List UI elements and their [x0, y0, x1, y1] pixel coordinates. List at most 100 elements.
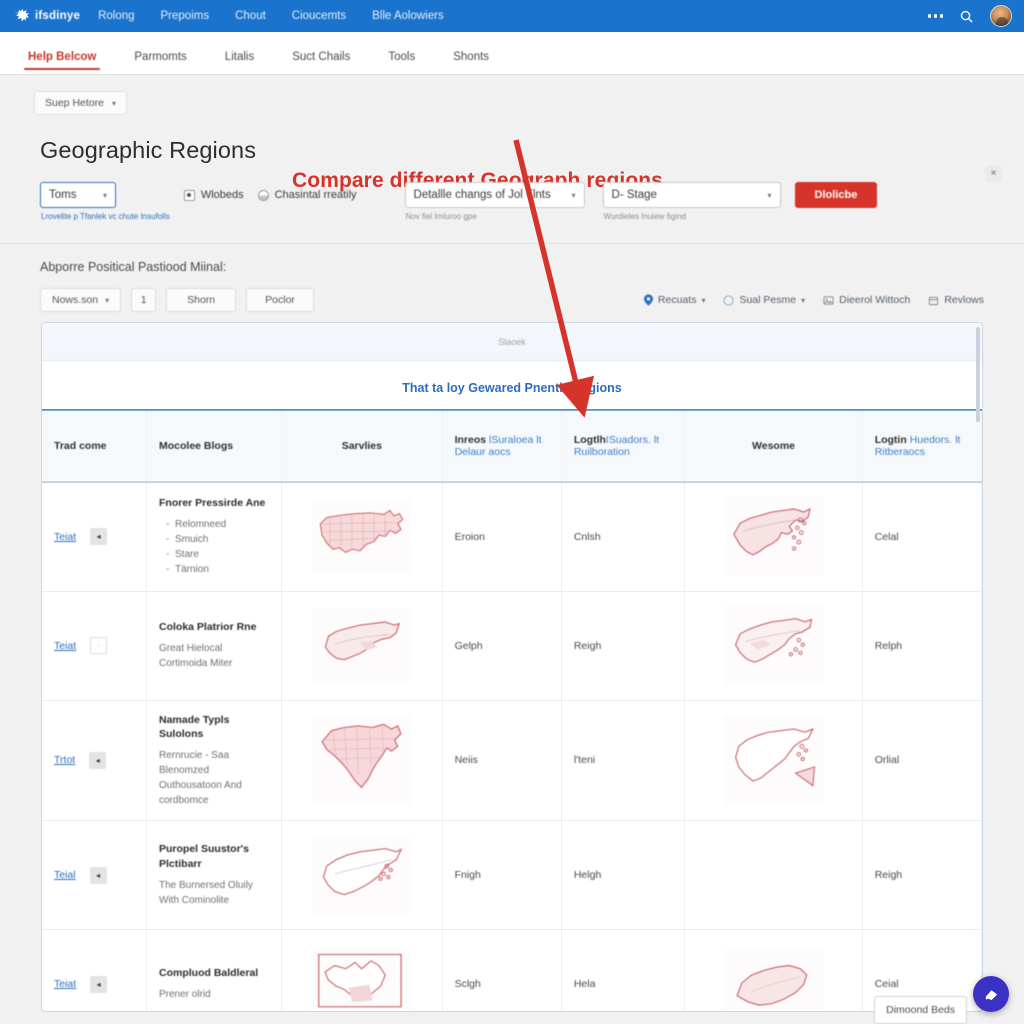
- app-logo-icon: [12, 8, 29, 25]
- row-1-toggle-button[interactable]: ·: [90, 637, 108, 654]
- row-0-sub-0: Relomneed: [166, 517, 269, 532]
- row-1-link[interactable]: Teiat: [54, 640, 76, 652]
- shorn-button[interactable]: Shorn: [166, 288, 237, 312]
- card-scrollbar[interactable]: [975, 324, 981, 1011]
- filter-hint-1[interactable]: Lrovelite p Tfanlek vc chute Insufolls: [40, 212, 170, 221]
- map-region-d-icon: [312, 715, 412, 805]
- col-head-5[interactable]: Wesome: [684, 409, 863, 483]
- col-head-6-label: Logtin: [874, 434, 907, 446]
- regions-table: Trad come Mocolee Blogs Sarvlies Inreos …: [42, 409, 982, 1011]
- tab-suct-chails[interactable]: Suct Chails: [292, 51, 350, 74]
- col-head-4-label: Logtlh: [573, 434, 606, 446]
- row-1-map-1-cell: [281, 591, 443, 701]
- tab-parmomts[interactable]: Parmomts: [134, 51, 186, 74]
- row-0-sub-2: Stare: [166, 547, 269, 562]
- col-head-2[interactable]: Sarvlies: [281, 409, 443, 483]
- tab-shonts[interactable]: Shonts: [453, 51, 489, 74]
- col-head-0[interactable]: Trad come: [42, 409, 147, 483]
- dieerol-wittoch-link[interactable]: Dieerol Wittoch: [823, 294, 910, 306]
- tab-tools[interactable]: Tools: [388, 51, 415, 74]
- row-0-sub: Relomneed Smuich Stare Tärnion: [159, 517, 269, 577]
- row-3-title: Puropel Suustor's Plctibarr: [159, 843, 250, 871]
- row-1-sub: Great Hielocal Cortimoida Miter: [159, 642, 233, 669]
- row-0-link[interactable]: Teiat: [54, 531, 76, 543]
- table-row[interactable]: Teiat ◂ Compluod Baldleral Prener olrid: [42, 929, 982, 1011]
- row-4-link[interactable]: Teiat: [54, 978, 76, 990]
- top-nav-item-0[interactable]: Rolong: [98, 10, 134, 22]
- table-row[interactable]: Teiat · Coloka Platrior Rne Great Hieloc…: [42, 591, 982, 701]
- map-pin-icon: [643, 294, 653, 306]
- detail-changes-select[interactable]: Detallle changs of Jol Tlnts ▾: [404, 182, 585, 208]
- map-region-g-icon: [312, 948, 412, 1011]
- revlows-link[interactable]: Revlows: [928, 294, 984, 306]
- row-1-map-2-cell: [684, 591, 863, 701]
- top-bar-actions: [927, 5, 1012, 27]
- wlobeds-checkbox[interactable]: Wlobeds: [183, 182, 244, 208]
- chasintal-radio[interactable]: Chasintal rreatily: [257, 182, 357, 208]
- row-3-link[interactable]: Teial: [54, 869, 76, 881]
- top-nav-item-4[interactable]: Blle Aolowiers: [372, 10, 444, 22]
- col-head-4[interactable]: LogtlhISuadors. lt Ruilboration: [561, 409, 686, 483]
- row-3-col-g: Reigh: [862, 820, 982, 931]
- col-head-1[interactable]: Mocolee Blogs: [146, 409, 283, 483]
- row-2-map-1-cell: [281, 700, 443, 822]
- breadcrumb-dropdown[interactable]: Suep Hetore ▾: [34, 91, 127, 115]
- brand[interactable]: ifsdinye: [12, 8, 80, 25]
- sual-pesme-link[interactable]: Sual Pesme ▾: [723, 294, 805, 306]
- submit-button[interactable]: Dlolicbe: [794, 182, 878, 208]
- table-row[interactable]: Trtot ◂ Namade Typls Sulolons Rernrucie …: [42, 700, 982, 822]
- page-number[interactable]: 1: [131, 288, 157, 312]
- row-4-col-d: Sclgh: [442, 929, 562, 1011]
- row-4-map-2-cell: [684, 929, 863, 1011]
- image-icon: [823, 295, 834, 305]
- row-2-toggle-button[interactable]: ◂: [89, 751, 107, 769]
- row-1-title: Coloka Platrior Rne: [159, 621, 257, 634]
- top-nav-item-1[interactable]: Prepoims: [161, 10, 210, 22]
- col-head-3[interactable]: Inreos lSuraloea lt Delaur aocs: [442, 409, 562, 483]
- sort-select[interactable]: Nows.son ▾: [40, 288, 122, 312]
- row-3-map-2-cell: [684, 820, 863, 931]
- search-icon[interactable]: [959, 9, 974, 24]
- row-3-col-e: Helgh: [561, 820, 686, 931]
- close-icon[interactable]: ×: [985, 165, 1002, 182]
- row-2-actions: Trtot ◂: [42, 700, 147, 822]
- secondary-navigation-bar: Help Belcow Parmomts Litalis Suct Chails…: [0, 32, 1024, 75]
- stage-select[interactable]: D- Stage ▾: [602, 182, 781, 208]
- filter-row: Toms ▾ Lrovelite p Tfanlek vc chute Insu…: [40, 182, 1024, 221]
- map-region-h-icon: [724, 948, 824, 1011]
- top-nav-item-2[interactable]: Chout: [235, 10, 266, 22]
- chat-fab-button[interactable]: [973, 976, 1009, 1012]
- tab-help-belcow[interactable]: Help Belcow: [23, 51, 101, 74]
- chevron-down-icon: ▾: [111, 98, 116, 108]
- col-head-3-label: Inreos: [454, 434, 487, 446]
- row-4-toggle-button[interactable]: ◂: [90, 975, 108, 993]
- table-row[interactable]: Teiat ◂ Fnorer Pressirde Ane Relomneed S…: [42, 482, 982, 592]
- recuats-link[interactable]: Recuats ▾: [643, 294, 705, 306]
- row-1-col-d: Gelph: [442, 591, 562, 701]
- row-1-description: Coloka Platrior Rne Great Hielocal Corti…: [146, 591, 283, 701]
- poclor-button[interactable]: Poclor: [246, 288, 314, 312]
- row-2-link[interactable]: Trtot: [54, 754, 75, 766]
- row-1-actions: Teiat ·: [42, 591, 147, 701]
- row-3-toggle-button[interactable]: ◂: [89, 866, 107, 884]
- sort-value: Nows.son: [52, 294, 99, 306]
- top-nav-item-3[interactable]: Cioucemts: [292, 10, 346, 22]
- circle-icon: [723, 294, 735, 306]
- row-2-col-g: Orlial: [862, 700, 982, 822]
- row-0-col-g: Celal: [862, 482, 982, 592]
- col-head-6[interactable]: Logtin Huedors. lt Ritberaocs: [862, 409, 982, 483]
- row-0-toggle-button[interactable]: ◂: [90, 528, 108, 546]
- tab-litalis[interactable]: Litalis: [225, 51, 254, 74]
- dieerol-wittoch-label: Dieerol Wittoch: [839, 294, 911, 306]
- chevron-down-icon: ▾: [571, 190, 576, 200]
- region-type-select[interactable]: Toms ▾: [40, 182, 116, 208]
- breadcrumb: Suep Hetore ▾: [0, 75, 1024, 115]
- row-2-col-d: Neiis: [442, 700, 562, 822]
- card-subtitle: That ta loy Gewared Pnential regions: [402, 381, 622, 395]
- chevron-down-icon: ▾: [767, 190, 772, 200]
- chevron-down-icon: ▾: [102, 190, 107, 200]
- more-horizontal-icon[interactable]: [927, 14, 943, 18]
- table-row[interactable]: Teial ◂ Puropel Suustor's Plctibarr The …: [42, 820, 982, 931]
- section-label: Abporre Positical Pastiood Miinal:: [40, 260, 227, 274]
- user-avatar[interactable]: [990, 5, 1012, 27]
